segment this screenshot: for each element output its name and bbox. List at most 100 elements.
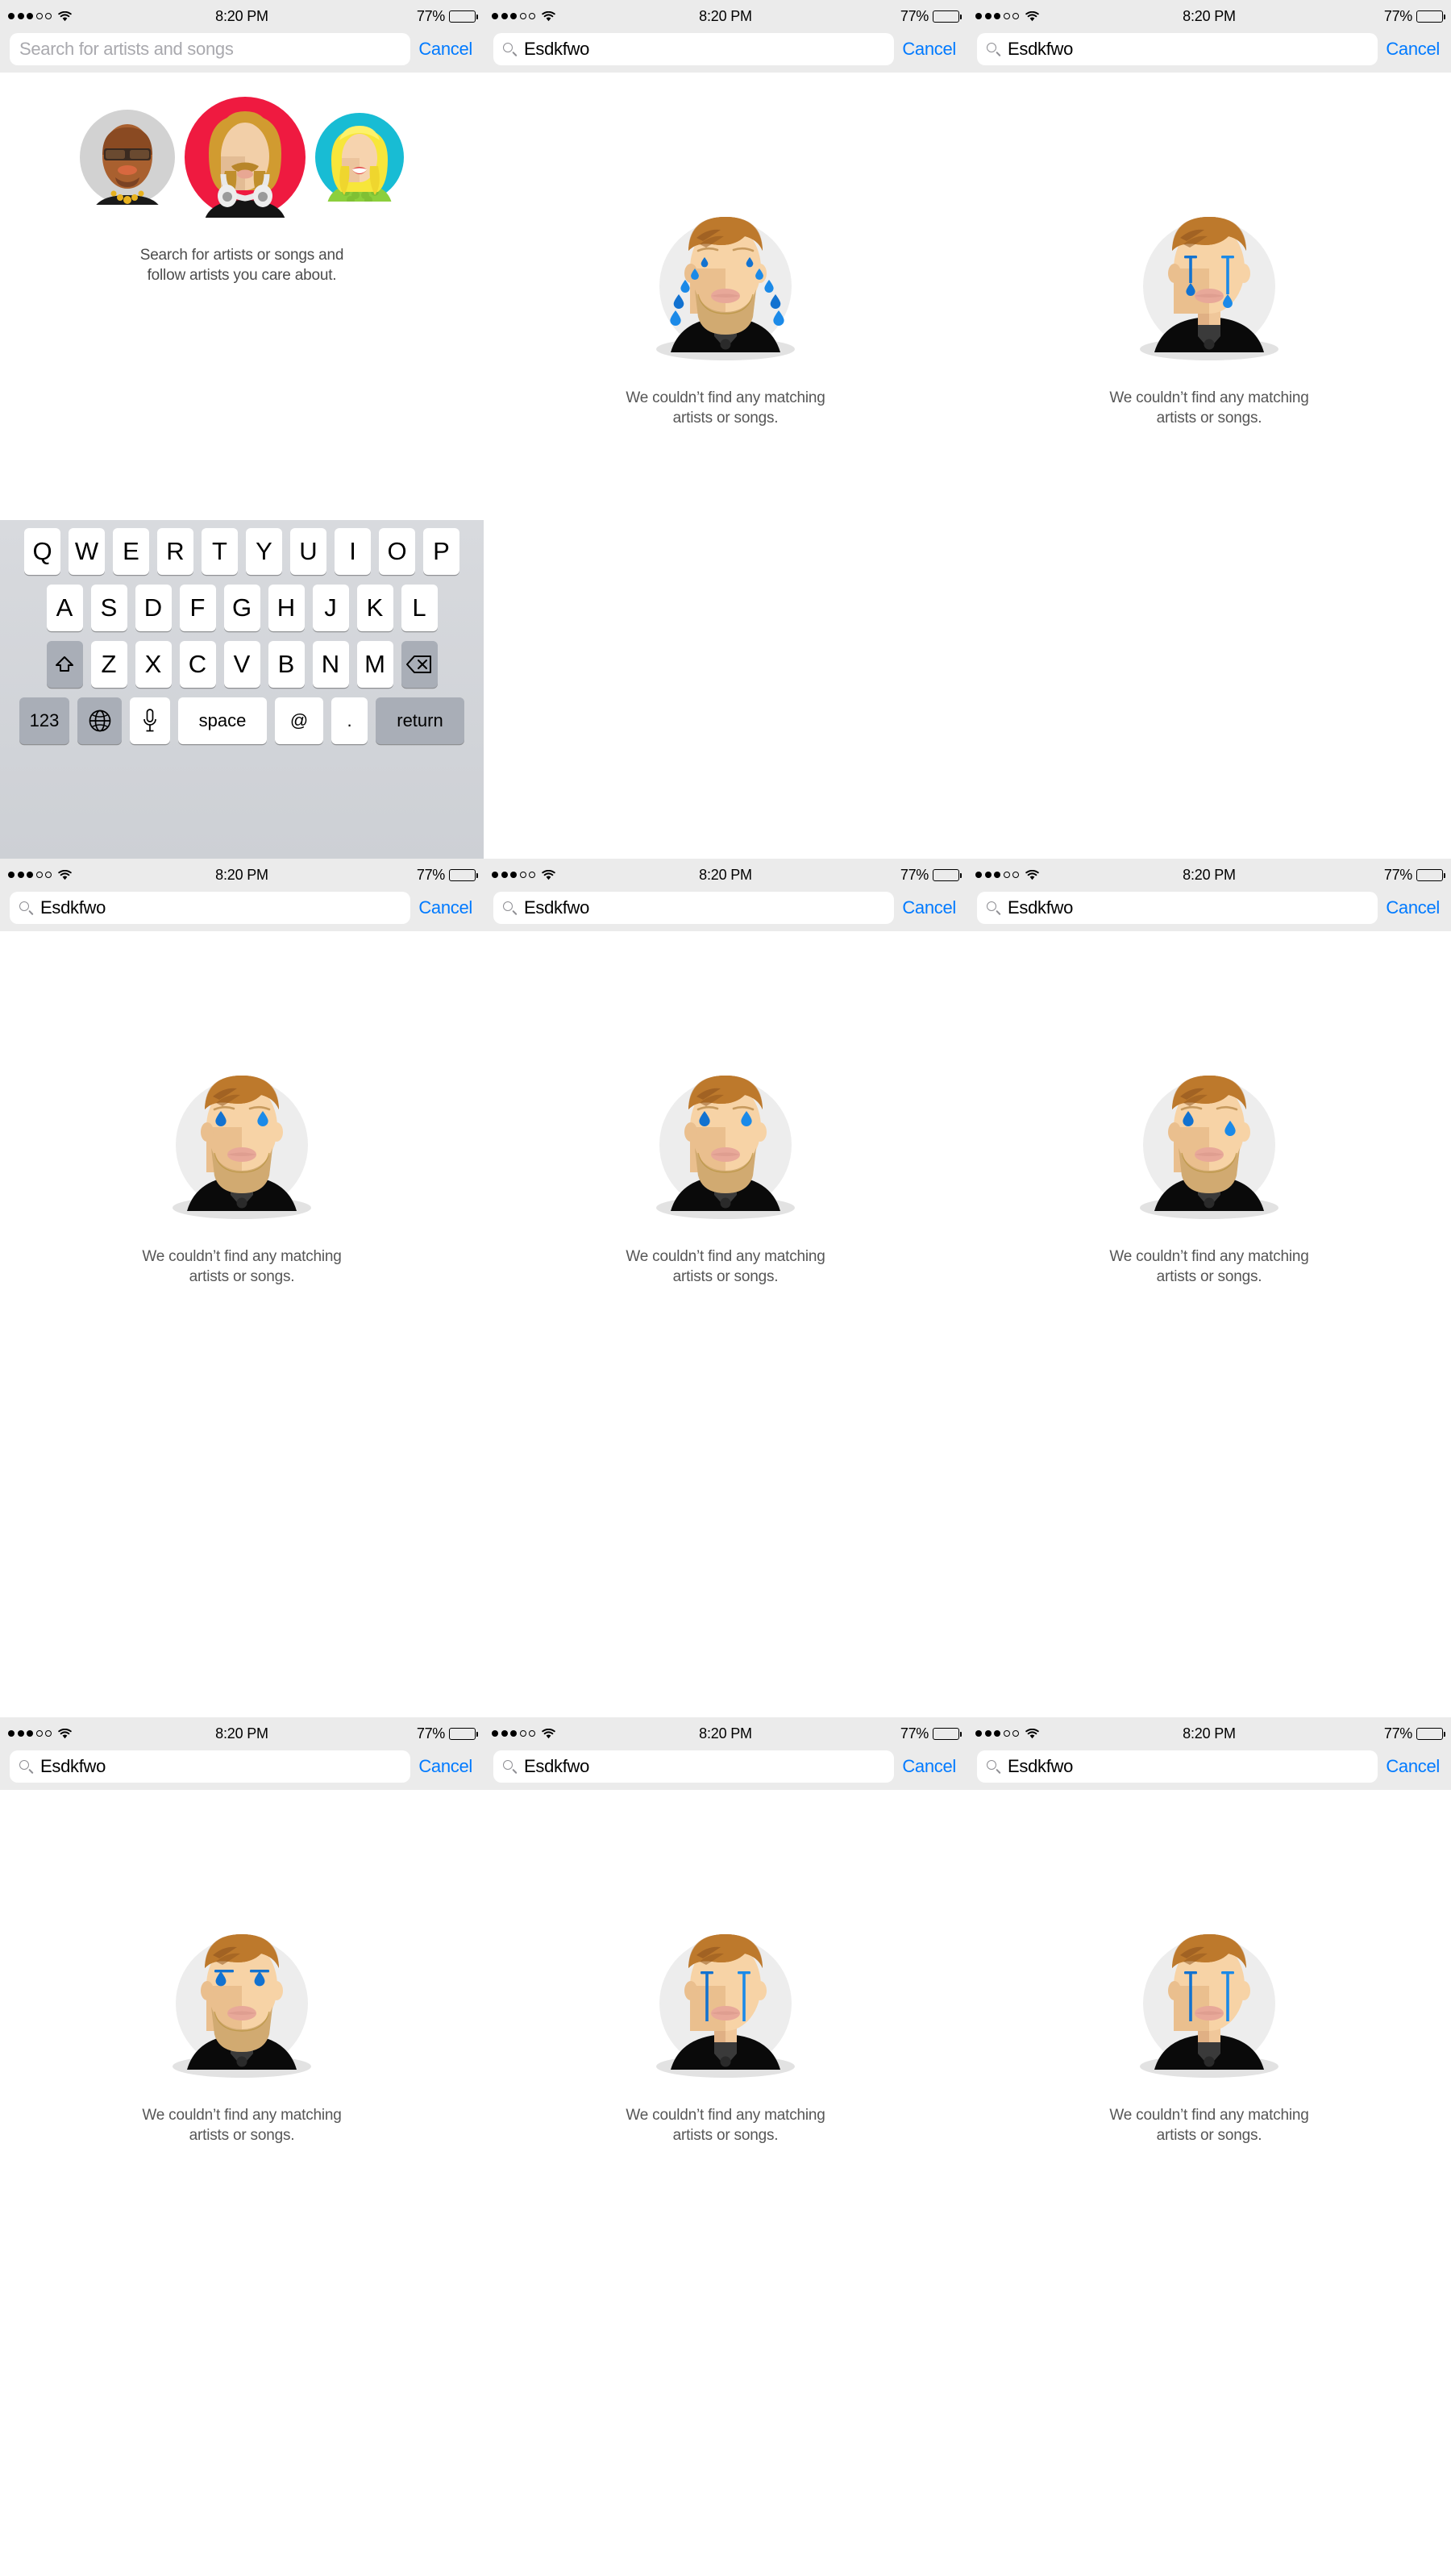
crying-man-avatar (1140, 1934, 1278, 2078)
key-x[interactable]: X (135, 641, 172, 688)
key-y[interactable]: Y (246, 528, 282, 575)
key-w[interactable]: W (69, 528, 105, 575)
status-bar: 8:20 PM 77% (0, 1717, 484, 1750)
cancel-button[interactable]: Cancel (902, 1756, 958, 1777)
empty-state: We couldn’t find any matching artists or… (967, 1790, 1451, 2145)
cancel-button[interactable]: Cancel (418, 1756, 474, 1777)
key-v[interactable]: V (223, 641, 260, 688)
key-h[interactable]: H (268, 585, 305, 631)
empty-state-caption: We couldn’t find any matching artists or… (1109, 388, 1309, 428)
search-icon (19, 1759, 34, 1775)
key-u[interactable]: U (290, 528, 326, 575)
key-f[interactable]: F (179, 585, 216, 631)
key-k[interactable]: K (356, 585, 393, 631)
return-key[interactable]: return (376, 697, 464, 744)
key-t[interactable]: T (202, 528, 238, 575)
status-time: 8:20 PM (1183, 1725, 1236, 1742)
artist-avatar-headphones[interactable] (185, 97, 306, 218)
crying-man-avatar (164, 1923, 319, 2078)
cancel-button[interactable]: Cancel (418, 39, 474, 60)
key-n[interactable]: N (312, 641, 349, 688)
battery-icon (1416, 10, 1445, 23)
status-bar: 8:20 PM 77% (484, 0, 967, 32)
dictation-key[interactable] (130, 697, 170, 744)
empty-state-caption: We couldn’t find any matching artists or… (626, 388, 825, 428)
empty-caption-line1: We couldn’t find any matching (1109, 1248, 1309, 1265)
cancel-button[interactable]: Cancel (1386, 1756, 1441, 1777)
search-input[interactable]: Esdkfwo (493, 33, 895, 65)
key-a[interactable]: A (46, 585, 83, 631)
cancel-button[interactable]: Cancel (1386, 39, 1441, 60)
keyboard-row-3: ZXCVBNM (0, 641, 484, 688)
search-input-value: Esdkfwo (524, 1756, 590, 1776)
artist-avatar-blonde[interactable] (315, 113, 404, 202)
status-time: 8:20 PM (215, 7, 268, 24)
empty-caption-line2: artists or songs. (189, 1268, 295, 1286)
key-p[interactable]: P (423, 528, 459, 575)
key-d[interactable]: D (135, 585, 172, 631)
cancel-button[interactable]: Cancel (902, 897, 958, 918)
crying-man-avatar (648, 1923, 803, 2078)
cancel-button[interactable]: Cancel (902, 39, 958, 60)
search-input[interactable]: Esdkfwo (10, 1750, 411, 1783)
globe-icon (89, 710, 110, 732)
search-input[interactable]: Esdkfwo (493, 1750, 895, 1783)
key-c[interactable]: C (179, 641, 216, 688)
key-e[interactable]: E (113, 528, 149, 575)
at-key[interactable]: @ (275, 697, 323, 744)
key-r[interactable]: R (157, 528, 193, 575)
globe-key[interactable] (77, 697, 122, 744)
status-bar: 8:20 PM 77% (484, 859, 967, 891)
key-g[interactable]: G (223, 585, 260, 631)
key-m[interactable]: M (356, 641, 393, 688)
empty-caption-line2: artists or songs. (672, 2127, 779, 2145)
cancel-button[interactable]: Cancel (418, 897, 474, 918)
screenshot-grid: 8:20 PM 77% Search for artists and songs… (0, 0, 1451, 2576)
shift-key[interactable] (46, 641, 83, 688)
battery-icon (449, 868, 478, 881)
panel-7: 8:20 PM 77% Esdkfwo Cancel We couldn’t f… (0, 1717, 484, 2576)
artist-avatar-sunglasses[interactable] (80, 110, 175, 205)
status-time: 8:20 PM (215, 1725, 268, 1742)
search-input-value: Esdkfwo (524, 39, 590, 59)
empty-state-caption: We couldn’t find any matching artists or… (142, 2105, 342, 2145)
search-icon (503, 42, 518, 57)
key-o[interactable]: O (379, 528, 415, 575)
cancel-button[interactable]: Cancel (1386, 897, 1441, 918)
empty-state: We couldn’t find any matching artists or… (484, 1790, 967, 2145)
key-j[interactable]: J (312, 585, 349, 631)
search-input[interactable]: Esdkfwo (977, 1750, 1378, 1783)
search-bar: Esdkfwo Cancel (484, 32, 967, 73)
status-time: 8:20 PM (699, 1725, 752, 1742)
period-key[interactable]: . (331, 697, 368, 744)
search-bar: Esdkfwo Cancel (484, 1750, 967, 1790)
search-bar: Esdkfwo Cancel (967, 32, 1451, 73)
panel-3: 8:20 PM 77% Esdkfwo Cancel We couldn’t f… (967, 0, 1451, 859)
key-i[interactable]: I (335, 528, 371, 575)
empty-state-body: We couldn’t find any matching artists or… (967, 73, 1451, 859)
crying-man-avatar (1140, 1076, 1278, 1219)
key-b[interactable]: B (268, 641, 305, 688)
numbers-key[interactable]: 123 (19, 697, 69, 744)
featured-artists (0, 73, 484, 218)
crying-man-avatar (1132, 1923, 1287, 2078)
empty-caption-line1: We couldn’t find any matching (626, 2107, 825, 2124)
battery-icon (1416, 868, 1445, 881)
status-bar: 8:20 PM 77% (967, 859, 1451, 891)
key-s[interactable]: S (90, 585, 127, 631)
search-input[interactable]: Esdkfwo (977, 892, 1378, 924)
search-input[interactable]: Esdkfwo (10, 892, 411, 924)
search-input[interactable]: Esdkfwo (977, 33, 1378, 65)
key-z[interactable]: Z (90, 641, 127, 688)
search-icon (987, 42, 1001, 57)
search-input[interactable]: Search for artists and songs (10, 33, 411, 65)
keyboard-row-4: 123 space @ . return (0, 697, 484, 744)
space-key[interactable]: space (178, 697, 267, 744)
empty-state-caption: We couldn’t find any matching artists or… (626, 2105, 825, 2145)
key-q[interactable]: Q (24, 528, 60, 575)
search-input[interactable]: Esdkfwo (493, 892, 895, 924)
status-bar: 8:20 PM 77% (967, 1717, 1451, 1750)
backspace-key[interactable] (401, 641, 438, 688)
key-l[interactable]: L (401, 585, 438, 631)
empty-caption-line1: We couldn’t find any matching (142, 1248, 342, 1265)
